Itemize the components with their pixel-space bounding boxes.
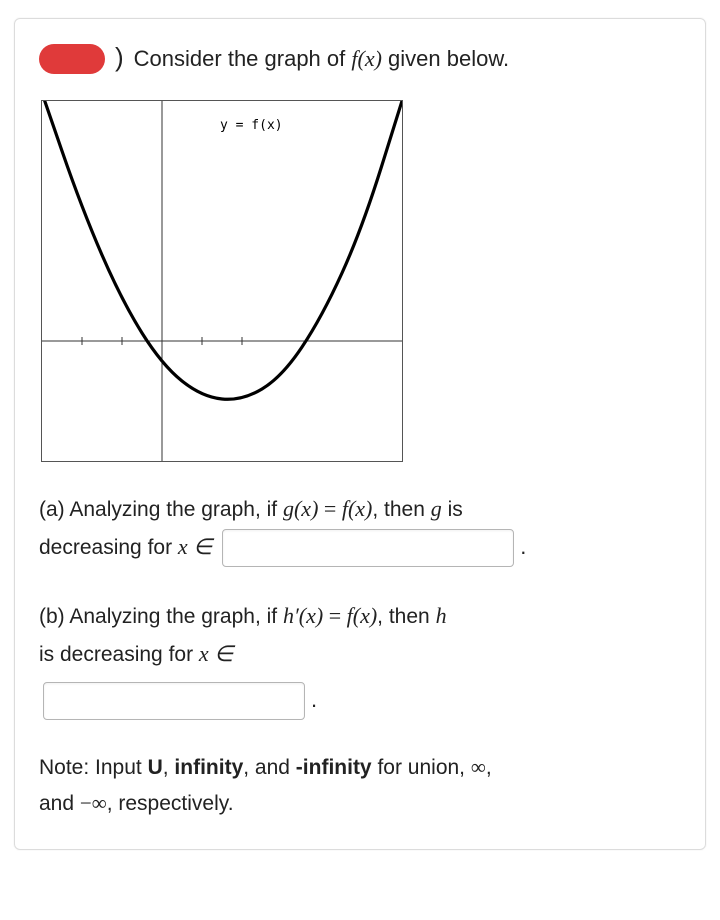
note-and2: and [39, 792, 80, 815]
note-symninf: −∞ [80, 791, 107, 815]
redacted-badge [39, 44, 105, 74]
prompt-post: given below. [382, 46, 509, 71]
note-pre: Note: Input [39, 756, 148, 779]
graph-svg: y = f(x) [42, 101, 402, 461]
part-b: (b) Analyzing the graph, if h′(x) = f(x)… [39, 597, 681, 720]
paren-close: ) [115, 38, 124, 77]
curve [42, 101, 402, 399]
note-inf: infinity [174, 756, 243, 779]
part-a-decreasing: decreasing for [39, 536, 178, 559]
graph: y = f(x) [41, 100, 403, 462]
part-a-g: g [431, 496, 442, 521]
note-c2: , [486, 756, 492, 779]
part-b-label: (b) Analyzing the graph, if [39, 605, 283, 628]
part-a-then: , then [372, 498, 430, 521]
part-a-period: . [520, 534, 526, 559]
note-ninf: -infinity [296, 756, 372, 779]
part-b-then: , then [377, 605, 435, 628]
part-a-input[interactable] [222, 529, 514, 567]
part-b-isdec: is decreasing for [39, 643, 199, 666]
part-b-input-row: . [39, 681, 681, 720]
note-syminf: ∞ [471, 755, 486, 779]
note-u: U [148, 756, 163, 779]
part-a-fx: f(x) [342, 496, 373, 521]
part-b-xin: x ∈ [199, 641, 233, 666]
part-a-label: (a) Analyzing the graph, if [39, 498, 283, 521]
prompt-fx: f(x) [351, 46, 382, 71]
note-and1: , and [243, 756, 296, 779]
note-for: for union, [372, 756, 471, 779]
graph-label: y = f(x) [220, 118, 283, 133]
note: Note: Input U, infinity, and -infinity f… [39, 750, 681, 821]
note-resp: , respectively. [107, 792, 234, 815]
prompt-text: Consider the graph of f(x) given below. [134, 42, 509, 75]
part-a-gx: g(x) [283, 496, 318, 521]
part-b-hprime: h′(x) [283, 603, 323, 628]
part-b-fx: f(x) [347, 603, 378, 628]
part-a-eq: = [318, 496, 341, 521]
prompt-row: ) Consider the graph of f(x) given below… [39, 39, 681, 78]
part-a-is: is [442, 498, 463, 521]
part-b-eq: = [323, 603, 346, 628]
question-panel: ) Consider the graph of f(x) given below… [14, 18, 706, 850]
part-a: (a) Analyzing the graph, if g(x) = f(x),… [39, 490, 681, 567]
part-b-h: h [436, 603, 447, 628]
prompt-pre: Consider the graph of [134, 46, 352, 71]
part-b-input[interactable] [43, 682, 305, 720]
part-b-period: . [311, 687, 317, 712]
part-a-xin: x ∈ [178, 534, 212, 559]
note-c1: , [163, 756, 175, 779]
